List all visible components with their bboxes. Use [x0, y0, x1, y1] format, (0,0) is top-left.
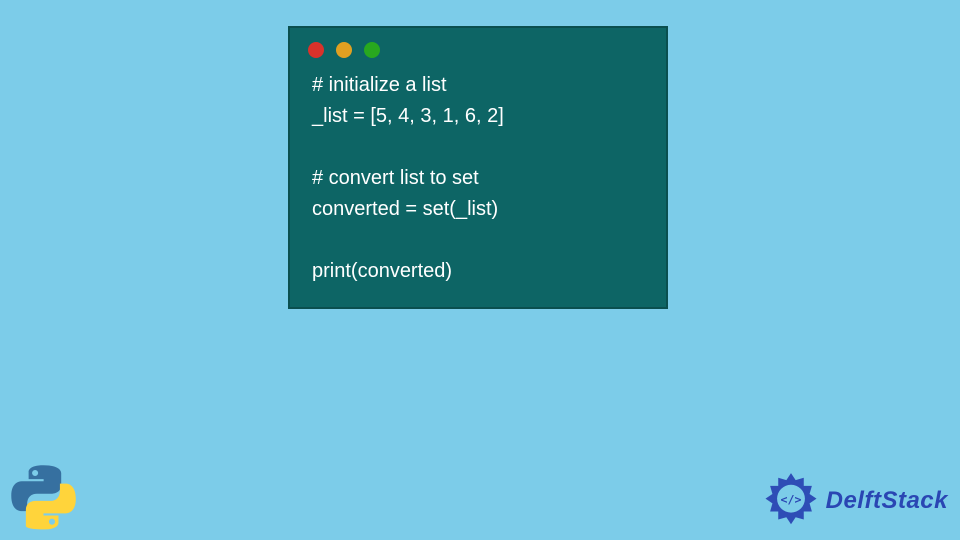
python-logo-icon: [8, 462, 80, 534]
maximize-icon: [364, 42, 380, 58]
delftstack-brand-text: DelftStack: [826, 487, 948, 515]
svg-text:</>: </>: [780, 492, 801, 506]
minimize-icon: [336, 42, 352, 58]
code-body: # initialize a list _list = [5, 4, 3, 1,…: [290, 68, 666, 293]
code-window: # initialize a list _list = [5, 4, 3, 1,…: [288, 26, 668, 309]
window-title-bar: [290, 28, 666, 68]
delftstack-logo: </> DelftStack: [762, 472, 948, 530]
close-icon: [308, 42, 324, 58]
delftstack-mark-icon: </>: [762, 472, 820, 530]
